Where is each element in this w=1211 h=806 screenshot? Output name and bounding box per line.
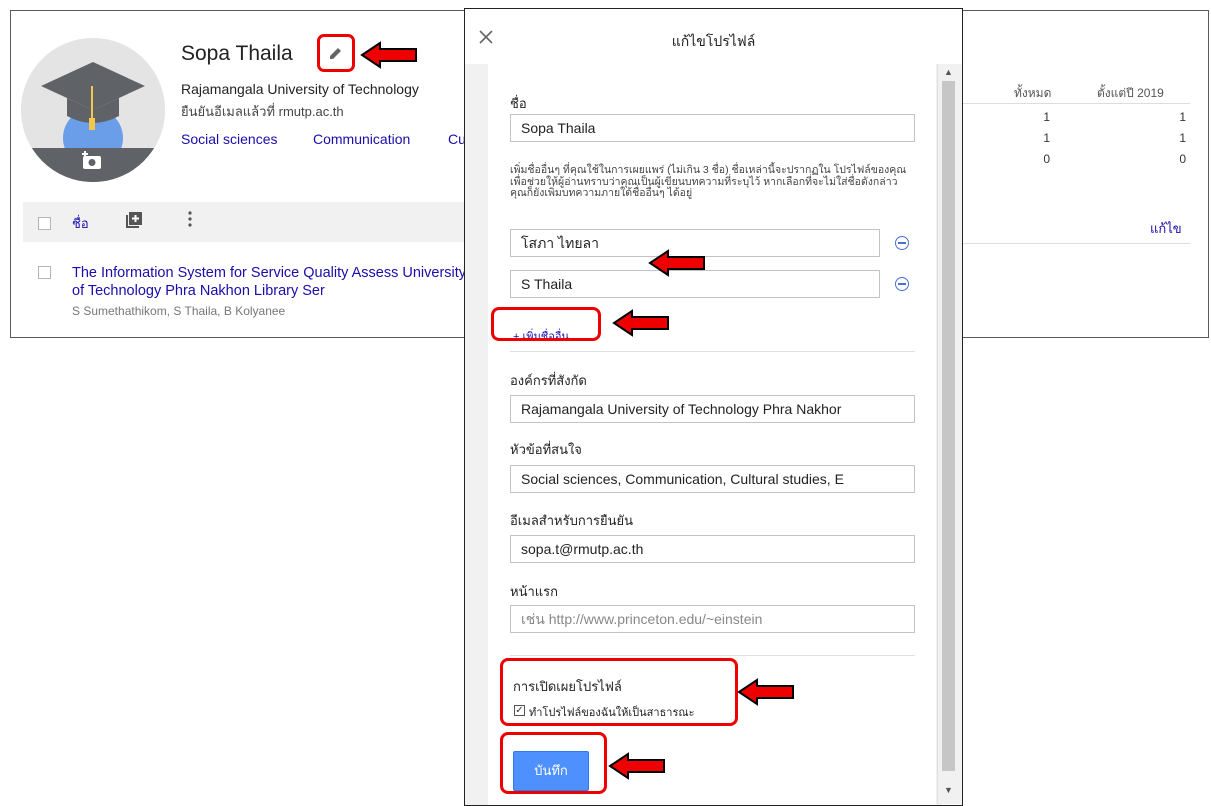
annotation-box-add-name: [491, 307, 601, 341]
column-header-name[interactable]: ชื่อ: [72, 213, 89, 234]
scroll-down-icon[interactable]: ▼: [944, 785, 953, 795]
article-checkbox[interactable]: [38, 266, 51, 279]
scroll-up-icon[interactable]: ▲: [944, 67, 953, 77]
remove-name-icon[interactable]: [895, 236, 909, 250]
interests-label: หัวข้อที่สนใจ: [510, 442, 582, 457]
annotation-arrow-icon: [612, 309, 669, 337]
annotation-arrow-icon: [648, 249, 705, 277]
profile-affiliation: Rajamangala University of Technology: [181, 81, 419, 97]
dialog-title: แก้ไขโปรไฟล์: [671, 33, 756, 49]
article-title-link[interactable]: The Information System for Service Quali…: [72, 264, 472, 300]
interests-field[interactable]: Social sciences, Communication, Cultural…: [510, 465, 915, 493]
profile-name: Sopa Thaila: [181, 42, 293, 65]
email-label: อีเมลสำหรับการยืนยัน: [510, 513, 633, 528]
scrollbar-thumb[interactable]: [942, 81, 955, 771]
stat-value: 1: [1043, 131, 1050, 145]
divider: [510, 351, 915, 352]
stats-edit-link[interactable]: แก้ไข: [1150, 218, 1182, 239]
add-article-icon[interactable]: [126, 212, 142, 233]
remove-name-icon[interactable]: [895, 277, 909, 291]
stats-header-since: ตั้งแต่ปี 2019: [1097, 86, 1164, 100]
divider: [510, 655, 915, 656]
select-all-checkbox[interactable]: [38, 217, 51, 230]
homepage-label: หน้าแรก: [510, 584, 558, 599]
stats-header-total: ทั้งหมด: [1014, 86, 1052, 100]
annotation-arrow-icon: [608, 752, 665, 780]
affiliation-field[interactable]: Rajamangala University of Technology Phr…: [510, 395, 915, 423]
stat-value: 1: [1179, 131, 1186, 145]
name-label: ชื่อ: [510, 96, 527, 111]
annotation-arrow-icon: [360, 41, 417, 69]
stat-value: 0: [1179, 152, 1186, 166]
stat-value: 1: [1043, 110, 1050, 124]
email-field[interactable]: sopa.t@rmutp.ac.th: [510, 535, 915, 563]
divider: [960, 103, 1190, 104]
stat-value: 1: [1179, 110, 1186, 124]
more-vert-icon[interactable]: [188, 211, 192, 232]
affiliation-label: องค์กรที่สังกัด: [510, 373, 587, 388]
add-photo-icon[interactable]: [81, 150, 103, 178]
interest-link[interactable]: Social sciences: [181, 131, 278, 147]
annotation-box-visibility: [500, 658, 738, 726]
article-list-toolbar: [23, 202, 468, 242]
stat-value: 0: [1043, 152, 1050, 166]
verified-email: ยืนยันอีเมลแล้วที่ rmutp.ac.th: [181, 104, 344, 119]
homepage-field[interactable]: เช่น http://www.princeton.edu/~einstein: [510, 605, 915, 633]
name-field[interactable]: Sopa Thaila: [510, 114, 915, 142]
annotation-box-save: [500, 732, 607, 794]
interest-link[interactable]: Communication: [313, 131, 410, 147]
edit-pencil-icon[interactable]: [329, 46, 343, 65]
other-names-help-text: เพิ่มชื่ออื่นๆ ที่คุณใช้ในการเผยแพร่ (ไม…: [510, 164, 907, 199]
divider: [960, 243, 1190, 244]
article-authors: S Sumethathikom, S Thaila, B Kolyanee: [72, 304, 286, 318]
annotation-arrow-icon: [737, 678, 794, 706]
